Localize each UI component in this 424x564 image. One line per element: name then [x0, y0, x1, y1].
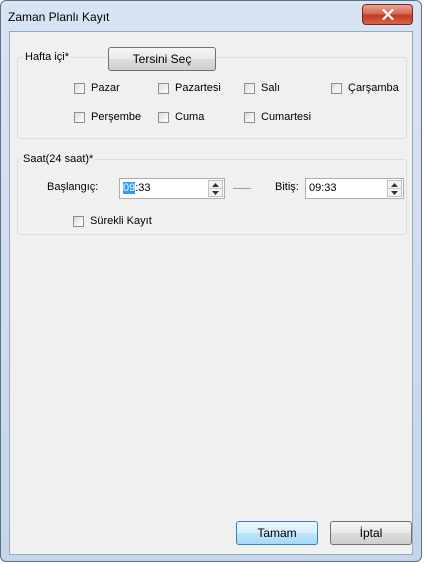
checkbox-label: Cumartesi [261, 111, 312, 123]
checkbox-pazar[interactable]: Pazar [74, 82, 120, 94]
checkbox-label: Pazartesi [175, 82, 221, 94]
start-time-rest: :33 [135, 182, 151, 194]
start-time-value[interactable]: 09:33 [123, 182, 151, 194]
spin-up-icon[interactable] [209, 181, 222, 189]
checkbox-box[interactable] [74, 82, 85, 94]
checkbox-label: Çarşamba [348, 82, 399, 94]
start-time-label: Başlangıç: [47, 181, 99, 193]
checkbox-continuous-recording[interactable]: Sürekli Kayıt [73, 215, 152, 227]
spin-up-icon[interactable] [388, 181, 401, 189]
checkbox-label: Salı [261, 82, 280, 94]
time-group: Saat(24 saat)* Başlangıç: 09:33 Bitiş: 0… [17, 153, 407, 235]
checkbox-label: Perşembe [91, 111, 142, 123]
start-time-arrows[interactable] [208, 180, 223, 197]
checkbox-box[interactable] [74, 111, 85, 123]
close-icon [381, 9, 394, 20]
end-time-arrows[interactable] [387, 180, 402, 197]
range-separator [233, 188, 251, 189]
start-time-spinner[interactable]: 09:33 [119, 178, 225, 199]
checkbox-box[interactable] [73, 215, 84, 227]
start-hour-selected[interactable]: 09 [123, 182, 136, 194]
invert-selection-button[interactable]: Tersini Seç [108, 47, 216, 71]
end-time-label: Bitiş: [275, 181, 299, 193]
checkbox-persembe[interactable]: Perşembe [74, 111, 141, 123]
close-button[interactable] [362, 4, 413, 25]
checkbox-pazartesi[interactable]: Pazartesi [158, 82, 221, 94]
end-time-spinner[interactable]: 09:33 [305, 178, 404, 199]
checkbox-label: Sürekli Kayıt [90, 215, 152, 227]
checkbox-label: Cuma [175, 111, 205, 123]
spin-down-icon[interactable] [209, 189, 222, 196]
checkbox-box[interactable] [244, 82, 255, 94]
checkbox-box[interactable] [158, 111, 169, 123]
dialog-client: Hafta içi* Tersini Seç Pazar Pazartesi S… [9, 31, 413, 555]
ok-button[interactable]: Tamam [236, 521, 318, 545]
window-title: Zaman Planlı Kayıt [8, 10, 110, 24]
checkbox-cumartesi[interactable]: Cumartesi [244, 111, 311, 123]
cancel-button[interactable]: İptal [330, 521, 412, 545]
title-bar[interactable]: Zaman Planlı Kayıt [1, 1, 421, 31]
checkbox-sali[interactable]: Salı [244, 82, 280, 94]
checkbox-label: Pazar [91, 82, 120, 94]
checkbox-cuma[interactable]: Cuma [158, 111, 204, 123]
checkbox-carsamba[interactable]: Çarşamba [331, 82, 399, 94]
time-group-legend: Saat(24 saat)* [21, 153, 96, 165]
days-group: Hafta içi* Tersini Seç Pazar Pazartesi S… [17, 47, 407, 139]
end-time-value[interactable]: 09:33 [309, 182, 337, 194]
spin-down-icon[interactable] [388, 189, 401, 196]
dialog-window: Zaman Planlı Kayıt Hafta içi* Tersini Se… [0, 0, 422, 562]
checkbox-box[interactable] [244, 111, 255, 123]
days-group-legend: Hafta içi* [23, 51, 72, 63]
checkbox-box[interactable] [158, 82, 169, 94]
checkbox-box[interactable] [331, 82, 342, 94]
